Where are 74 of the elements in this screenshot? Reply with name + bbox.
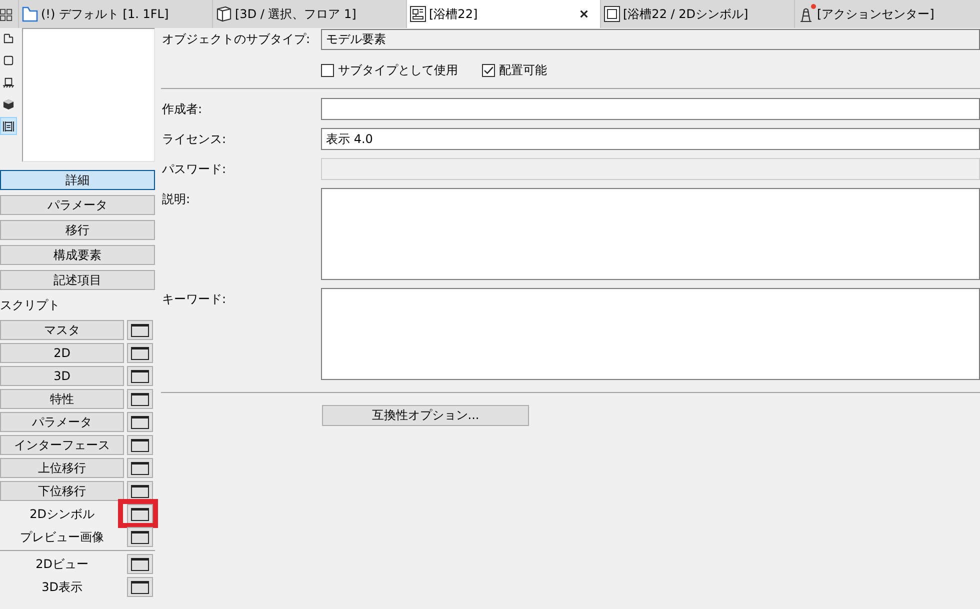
subtype-field[interactable]: モデル要素 xyxy=(321,29,980,50)
window-icon xyxy=(131,438,149,452)
window-icon xyxy=(131,484,149,498)
script-button[interactable]: 3D xyxy=(0,366,124,386)
field-label: ライセンス: xyxy=(162,130,228,148)
window-button[interactable] xyxy=(127,554,153,574)
tab[interactable]: [アクションセンター] xyxy=(795,0,980,28)
lighthouse-icon xyxy=(798,6,814,22)
script-button[interactable]: 下位移行 xyxy=(0,481,124,501)
window-icon xyxy=(131,392,149,406)
nested-squares-icon xyxy=(604,6,620,22)
script-button[interactable]: パラメータ xyxy=(0,412,124,432)
field-label: 説明: xyxy=(162,191,192,208)
script-button[interactable]: 2D xyxy=(0,343,124,363)
section-tab[interactable]: 詳細 xyxy=(0,170,155,190)
section-tab[interactable]: 構成要素 xyxy=(0,245,155,265)
window-icon xyxy=(131,508,149,520)
window-button[interactable] xyxy=(127,412,153,432)
tab[interactable]: [浴槽22 / 2Dシンボル] xyxy=(601,0,795,28)
list-frame-icon xyxy=(3,120,14,132)
window-button[interactable] xyxy=(127,527,153,547)
field-label: オブジェクトのサブタイプ: xyxy=(162,31,312,48)
view-button[interactable] xyxy=(0,117,17,135)
text-area[interactable] xyxy=(321,188,980,280)
tab[interactable]: [浴槽22] xyxy=(407,0,601,28)
text-area[interactable] xyxy=(321,288,980,380)
floor-plan-icon xyxy=(22,6,38,22)
checkbox[interactable] xyxy=(482,64,495,76)
window-icon xyxy=(131,558,149,570)
window-button[interactable] xyxy=(127,577,153,597)
box-icon xyxy=(216,6,232,22)
close-icon[interactable] xyxy=(580,10,588,18)
framed-plan-icon xyxy=(410,6,426,22)
window-icon xyxy=(131,346,149,360)
cube-icon xyxy=(3,98,14,110)
window-icon xyxy=(131,416,149,428)
window-button[interactable] xyxy=(127,366,153,386)
window-button[interactable] xyxy=(127,458,153,478)
window-button[interactable] xyxy=(127,435,153,455)
grid-icon[interactable] xyxy=(0,6,13,22)
square-icon xyxy=(3,54,14,66)
window-icon xyxy=(131,324,149,336)
window-icon xyxy=(131,462,149,474)
script-button[interactable]: 特性 xyxy=(0,389,124,409)
window-icon xyxy=(131,530,149,544)
section-tab[interactable]: 記述項目 xyxy=(0,270,155,290)
checkbox[interactable] xyxy=(321,64,334,76)
script-button[interactable]: インターフェース xyxy=(0,435,124,455)
window-button[interactable] xyxy=(127,320,153,340)
script-label: プレビュー画像 xyxy=(19,529,105,546)
section-tab[interactable]: 移行 xyxy=(0,220,155,240)
section-heading: スクリプト xyxy=(0,297,61,313)
checkmark-icon xyxy=(483,64,494,76)
window-icon xyxy=(131,580,149,594)
script-button[interactable]: マスタ xyxy=(0,320,124,340)
checkbox-label[interactable]: 配置可能 xyxy=(499,62,547,78)
pedestal-icon xyxy=(3,76,14,88)
script-label: 2Dシンボル xyxy=(28,506,96,523)
window-button[interactable] xyxy=(127,504,153,524)
input-field[interactable]: 表示 4.0 xyxy=(321,128,980,150)
checkbox-label[interactable]: サブタイプとして使用 xyxy=(338,62,458,78)
script-label: 2Dビュー xyxy=(34,556,90,573)
field-label: パスワード: xyxy=(162,160,228,178)
compatibility-options-button[interactable]: 互換性オプション... xyxy=(322,405,529,426)
section-tab[interactable]: パラメータ xyxy=(0,195,155,215)
window-button[interactable] xyxy=(127,389,153,409)
script-button[interactable]: 上位移行 xyxy=(0,458,124,478)
input-field[interactable] xyxy=(321,98,980,120)
window-button[interactable] xyxy=(127,343,153,363)
field-label: 作成者: xyxy=(162,100,204,118)
window-icon xyxy=(131,370,149,382)
field-label: キーワード: xyxy=(162,291,228,308)
window-button[interactable] xyxy=(127,481,153,501)
script-label: 3D表示 xyxy=(40,579,84,596)
